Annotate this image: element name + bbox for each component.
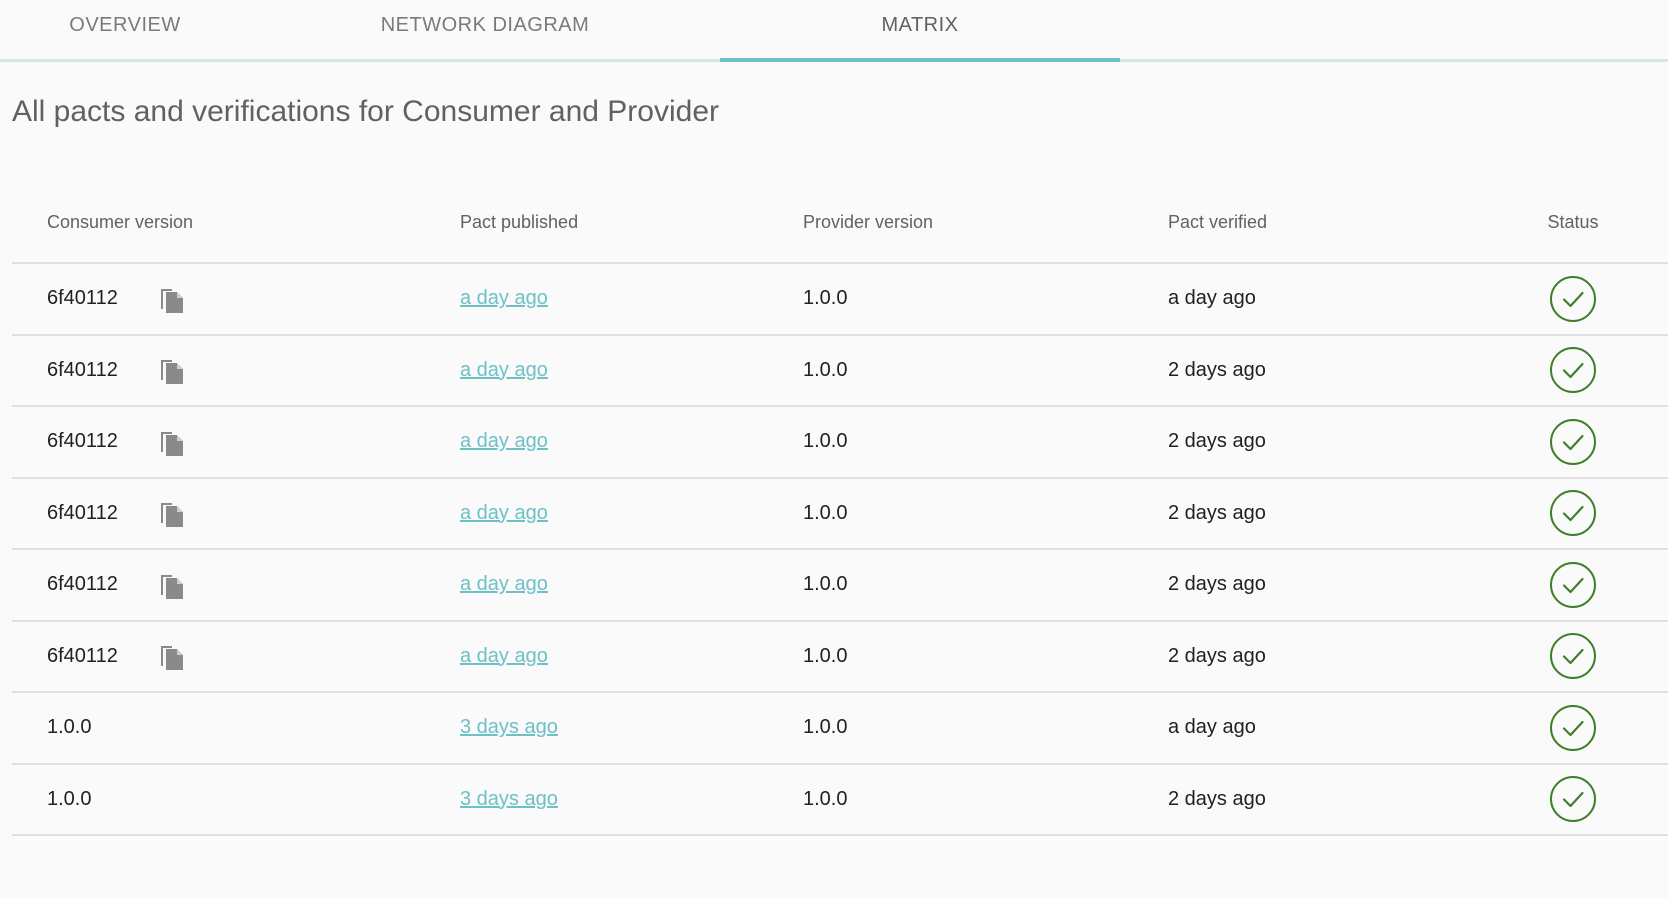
pact-verified: a day ago xyxy=(1168,716,1256,739)
tab-matrix[interactable]: MATRIX xyxy=(720,0,1120,62)
pact-verified: a day ago xyxy=(1168,287,1256,310)
provider-version: 1.0.0 xyxy=(803,573,848,596)
table-row: 6f40112 a day ago 1.0.0 2 days ago xyxy=(12,407,1668,479)
consumer-version: 6f40112 xyxy=(47,430,118,453)
status-cell xyxy=(1478,275,1668,323)
copy-icon[interactable] xyxy=(159,428,185,456)
status-cell xyxy=(1478,775,1668,823)
consumer-version: 6f40112 xyxy=(47,501,118,524)
table-header-row: Consumer version Pact published Provider… xyxy=(12,182,1668,264)
consumer-version-cell: 6f40112 xyxy=(12,356,460,385)
pact-published-link[interactable]: a day ago xyxy=(460,430,548,453)
pact-published-cell: 3 days ago xyxy=(460,716,803,739)
copy-icon[interactable] xyxy=(159,285,185,313)
pact-published-cell: 3 days ago xyxy=(460,788,803,811)
provider-version: 1.0.0 xyxy=(803,287,848,310)
tab-bar: OVERVIEW NETWORK DIAGRAM MATRIX xyxy=(0,0,1668,62)
status-cell xyxy=(1478,561,1668,609)
pact-published-cell: a day ago xyxy=(460,430,803,453)
status-cell xyxy=(1478,632,1668,680)
status-cell xyxy=(1478,489,1668,537)
consumer-version-cell: 6f40112 xyxy=(12,285,460,313)
consumer-version: 6f40112 xyxy=(47,287,118,310)
check-circle-icon xyxy=(1549,632,1597,680)
pact-verified: 2 days ago xyxy=(1168,501,1266,524)
pact-published-cell: a day ago xyxy=(460,359,803,382)
check-circle-icon xyxy=(1549,418,1597,466)
pact-published-link[interactable]: a day ago xyxy=(460,645,548,668)
copy-icon[interactable] xyxy=(159,356,185,385)
copy-icon[interactable] xyxy=(159,642,185,671)
table-row: 6f40112 a day ago 1.0.0 a day ago xyxy=(12,264,1668,336)
pact-published-link[interactable]: a day ago xyxy=(460,287,548,310)
pact-verified: 2 days ago xyxy=(1168,644,1266,667)
pact-verified: 2 days ago xyxy=(1168,430,1266,453)
tab-network-diagram[interactable]: NETWORK DIAGRAM xyxy=(250,0,720,59)
page-title: All pacts and verifications for Consumer… xyxy=(12,95,719,128)
consumer-version-cell: 6f40112 xyxy=(12,428,460,456)
check-circle-icon xyxy=(1549,561,1597,609)
header-status: Status xyxy=(1547,211,1599,232)
check-circle-icon xyxy=(1549,346,1597,394)
pact-published-cell: a day ago xyxy=(460,287,803,310)
provider-version: 1.0.0 xyxy=(803,716,848,739)
provider-version: 1.0.0 xyxy=(803,644,848,667)
table-row: 6f40112 a day ago 1.0.0 2 days ago xyxy=(12,479,1668,550)
table-row: 1.0.0 3 days ago 1.0.0 2 days ago xyxy=(12,765,1668,836)
provider-version: 1.0.0 xyxy=(803,501,848,524)
pact-published-link[interactable]: 3 days ago xyxy=(460,788,558,811)
page: OVERVIEW NETWORK DIAGRAM MATRIX All pact… xyxy=(0,0,1668,898)
check-circle-icon xyxy=(1549,275,1597,323)
pact-verified: 2 days ago xyxy=(1168,358,1266,381)
status-cell xyxy=(1478,418,1668,466)
copy-icon[interactable] xyxy=(159,499,185,528)
status-cell xyxy=(1478,346,1668,394)
consumer-version-cell: 1.0.0 xyxy=(12,716,460,739)
provider-version: 1.0.0 xyxy=(803,358,848,381)
consumer-version-cell: 6f40112 xyxy=(12,571,460,599)
tab-overview[interactable]: OVERVIEW xyxy=(0,0,250,59)
pact-verified: 2 days ago xyxy=(1168,573,1266,596)
pact-verified: 2 days ago xyxy=(1168,787,1266,810)
pact-published-cell: a day ago xyxy=(460,502,803,525)
status-cell xyxy=(1478,704,1668,752)
table-row: 6f40112 a day ago 1.0.0 2 days ago xyxy=(12,550,1668,622)
consumer-version: 1.0.0 xyxy=(47,716,92,739)
pact-published-link[interactable]: a day ago xyxy=(460,502,548,525)
consumer-version: 6f40112 xyxy=(47,644,118,667)
pact-published-link[interactable]: a day ago xyxy=(460,573,548,596)
header-pact-published: Pact published xyxy=(460,211,579,232)
consumer-version-cell: 6f40112 xyxy=(12,499,460,528)
consumer-version-cell: 6f40112 xyxy=(12,642,460,671)
provider-version: 1.0.0 xyxy=(803,430,848,453)
provider-version: 1.0.0 xyxy=(803,787,848,810)
table-row: 6f40112 a day ago 1.0.0 2 days ago xyxy=(12,622,1668,693)
header-provider-version: Provider version xyxy=(803,211,934,232)
table-body: 6f40112 a day ago 1.0.0 a day ago 6f4011… xyxy=(12,264,1668,836)
consumer-version-cell: 1.0.0 xyxy=(12,788,460,811)
consumer-version: 1.0.0 xyxy=(47,787,92,810)
pact-published-link[interactable]: 3 days ago xyxy=(460,716,558,739)
table-row: 6f40112 a day ago 1.0.0 2 days ago xyxy=(12,336,1668,407)
pact-published-link[interactable]: a day ago xyxy=(460,359,548,382)
matrix-table: Consumer version Pact published Provider… xyxy=(12,182,1668,836)
header-consumer-version: Consumer version xyxy=(47,211,194,232)
consumer-version: 6f40112 xyxy=(47,573,118,596)
consumer-version: 6f40112 xyxy=(47,358,118,381)
pact-published-cell: a day ago xyxy=(460,573,803,596)
copy-icon[interactable] xyxy=(159,571,185,599)
table-row: 1.0.0 3 days ago 1.0.0 a day ago xyxy=(12,693,1668,765)
check-circle-icon xyxy=(1549,704,1597,752)
check-circle-icon xyxy=(1549,775,1597,823)
pact-published-cell: a day ago xyxy=(460,645,803,668)
check-circle-icon xyxy=(1549,489,1597,537)
header-pact-verified: Pact verified xyxy=(1168,211,1268,232)
